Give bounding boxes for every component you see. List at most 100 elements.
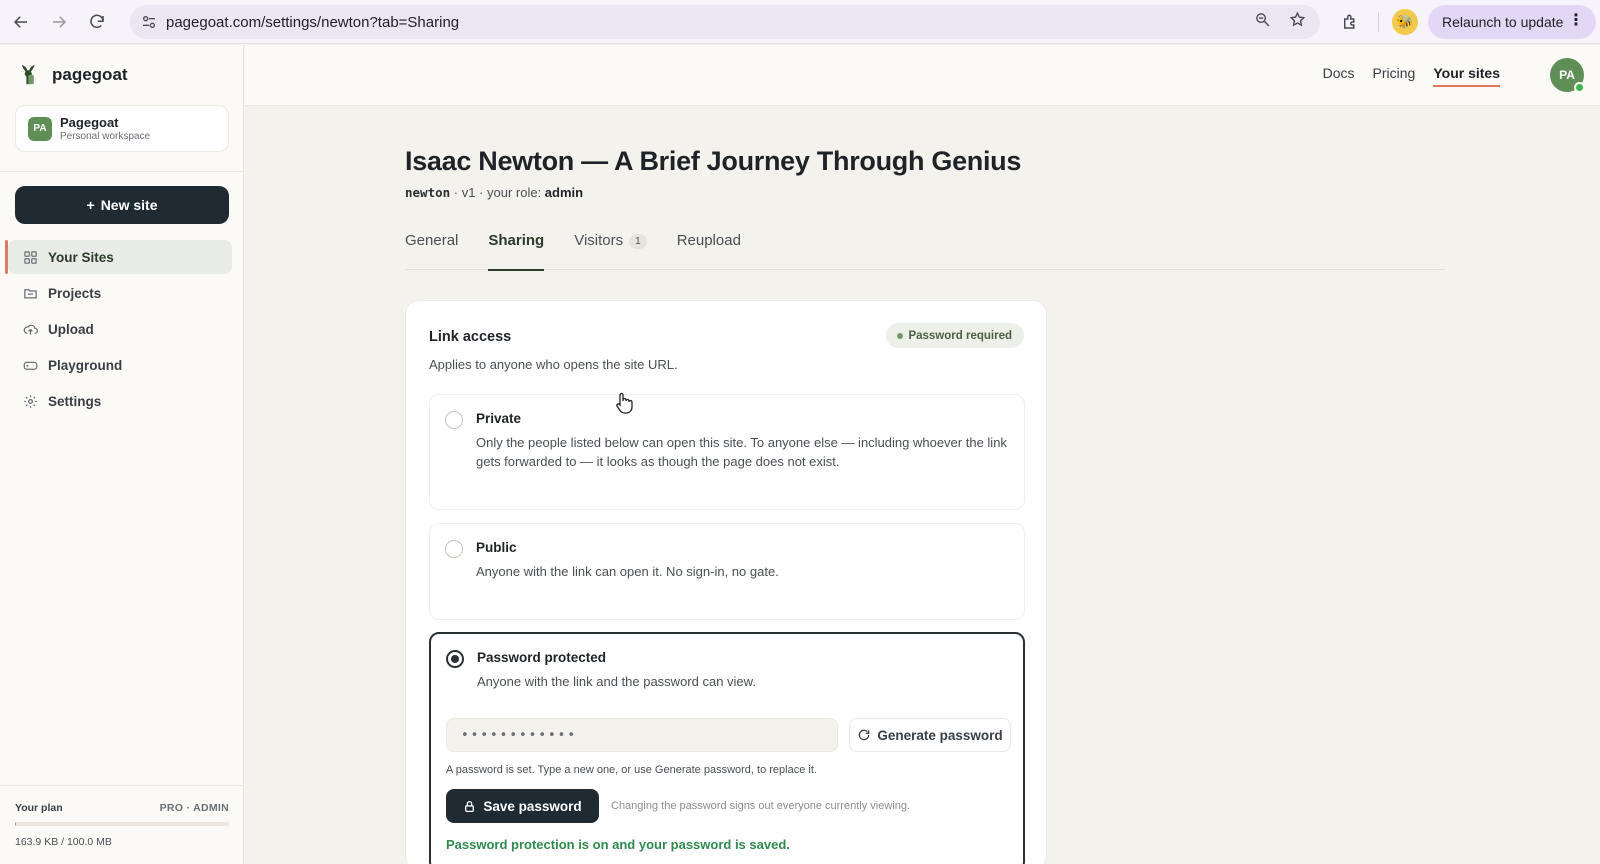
relaunch-button[interactable]: Relaunch to update ⋮ [1428,5,1596,39]
option-description: Only the people listed below can open th… [476,435,1007,469]
access-option-password[interactable]: Password protected Anyone with the link … [429,632,1025,864]
gear-icon [24,394,37,408]
page-title: Isaac Newton — A Brief Journey Through G… [405,146,1022,176]
user-avatar[interactable]: PA [1550,58,1585,93]
sidebar-item-label: Projects [48,285,102,301]
sidebar-item-playground[interactable]: Playground [8,348,232,382]
access-option-private[interactable]: Private Only the people listed below can… [429,394,1025,510]
brand[interactable]: pagegoat [20,63,128,87]
access-option-public[interactable]: Public Anyone with the link can open it.… [429,523,1025,620]
sidebar: pagegoat PA Pagegoat Personal workspace … [0,45,244,864]
divider [0,171,244,172]
option-description: Anyone with the link and the password ca… [477,674,756,689]
hand-pointer-cursor-icon [616,392,633,414]
browser-toolbar: pagegoat.com/settings/newton?tab=Sharing… [0,0,1600,44]
password-help-text: A password is set. Type a new one, or us… [446,764,817,776]
workspace-avatar: PA [28,116,52,141]
workspace-name: Pagegoat [60,115,119,130]
reload-button[interactable] [80,5,114,39]
plan-label: Your plan [15,802,63,814]
save-password-button[interactable]: Save password [446,789,599,823]
tab-visitors[interactable]: Visitors 1 [574,232,647,270]
workspace-type: Personal workspace [60,131,151,142]
address-bar[interactable]: pagegoat.com/settings/newton?tab=Sharing [130,5,1320,39]
sidebar-item-projects[interactable]: Projects [8,276,232,310]
link-access-title: Link access [429,329,512,345]
user-initials: PA [1559,68,1575,82]
sidebar-item-label: Upload [48,321,94,337]
visitors-count-badge: 1 [629,234,647,249]
docs-link[interactable]: Docs [1323,65,1355,81]
arrow-left-icon [13,15,27,28]
link-access-card: Link access Password required Applies to… [405,300,1047,864]
refresh-icon [859,729,870,741]
your-sites-link[interactable]: Your sites [1433,65,1500,87]
page-meta: newton · v1 · your role: admin [405,185,583,200]
user-role: admin [544,185,584,200]
public-radio[interactable] [445,540,463,558]
online-status-indicator [1574,82,1585,93]
option-title: Public [476,540,517,555]
plan-tier: PRO · ADMIN [159,802,229,814]
status-badge: Password required [886,323,1024,348]
lock-icon [465,800,475,812]
sidebar-item-your-sites[interactable]: Your Sites [5,240,232,274]
storage-usage: 163.9 KB / 100.0 MB [15,836,112,848]
folder-icon [24,288,37,298]
version-and-role-label: · v1 · your role: [450,185,545,200]
brand-name: pagegoat [52,65,128,84]
sidebar-item-label: Settings [48,393,102,409]
plan-panel: Your plan PRO · ADMIN 163.9 KB / 100.0 M… [0,785,244,864]
relaunch-label: Relaunch to update [1442,14,1564,30]
tab-label: General [405,232,459,249]
tab-label: Sharing [488,232,545,249]
sidebar-item-upload[interactable]: Upload [8,312,232,346]
storage-progress-fill [15,822,17,826]
option-title: Password protected [477,650,607,665]
option-title: Private [476,411,522,426]
new-site-label: New site [100,197,158,213]
tab-sharing[interactable]: Sharing [488,232,545,271]
arrow-right-icon [53,15,67,28]
reload-icon [90,14,104,28]
save-password-label: Save password [483,798,582,814]
sidebar-item-label: Playground [48,357,123,373]
tab-label: Reupload [676,232,741,249]
pricing-link[interactable]: Pricing [1373,65,1416,81]
option-description: Anyone with the link can open it. No sig… [476,564,779,579]
top-nav: Docs Pricing Your sites PA [245,45,1600,106]
grid-icon [24,250,37,264]
bookmark-star-icon[interactable] [1289,11,1306,33]
zoom-icon[interactable] [1254,11,1271,33]
plus-icon: + [86,197,95,213]
settings-tabs: General Sharing Visitors 1 Reupload [405,232,1445,271]
password-input[interactable] [446,718,838,752]
sidebar-item-settings[interactable]: Settings [8,384,232,418]
cloud-upload-icon [23,324,38,334]
workspace-switcher[interactable]: PA Pagegoat Personal workspace [15,105,229,152]
forward-button[interactable] [42,5,76,39]
new-site-button[interactable]: + New site [15,186,229,224]
save-password-note: Changing the password signs out everyone… [611,800,910,812]
gamepad-icon [23,361,38,370]
site-settings-icon[interactable] [132,14,166,30]
password-radio[interactable] [446,650,464,668]
more-vertical-icon: ⋮ [1568,12,1584,29]
link-access-subtitle: Applies to anyone who opens the site URL… [429,357,678,372]
extensions-icon[interactable] [1336,8,1364,36]
tab-reupload[interactable]: Reupload [677,232,741,270]
sidebar-nav: Your Sites Projects Upload Playground Se… [0,240,244,420]
tab-general[interactable]: General [405,232,458,270]
url-text[interactable]: pagegoat.com/settings/newton?tab=Sharing [166,14,459,31]
sidebar-item-label: Your Sites [48,249,114,265]
generate-password-label: Generate password [877,727,1003,743]
generate-password-button[interactable]: Generate password [849,718,1011,752]
goat-logo-icon [21,64,35,85]
tab-label: Visitors [574,232,624,249]
storage-progress-bar [15,822,229,826]
private-radio[interactable] [445,411,463,429]
toolbar-divider [1378,12,1379,32]
site-slug: newton [405,185,451,200]
profile-avatar-icon[interactable]: 🐝 [1392,9,1418,35]
back-button[interactable] [4,5,38,39]
